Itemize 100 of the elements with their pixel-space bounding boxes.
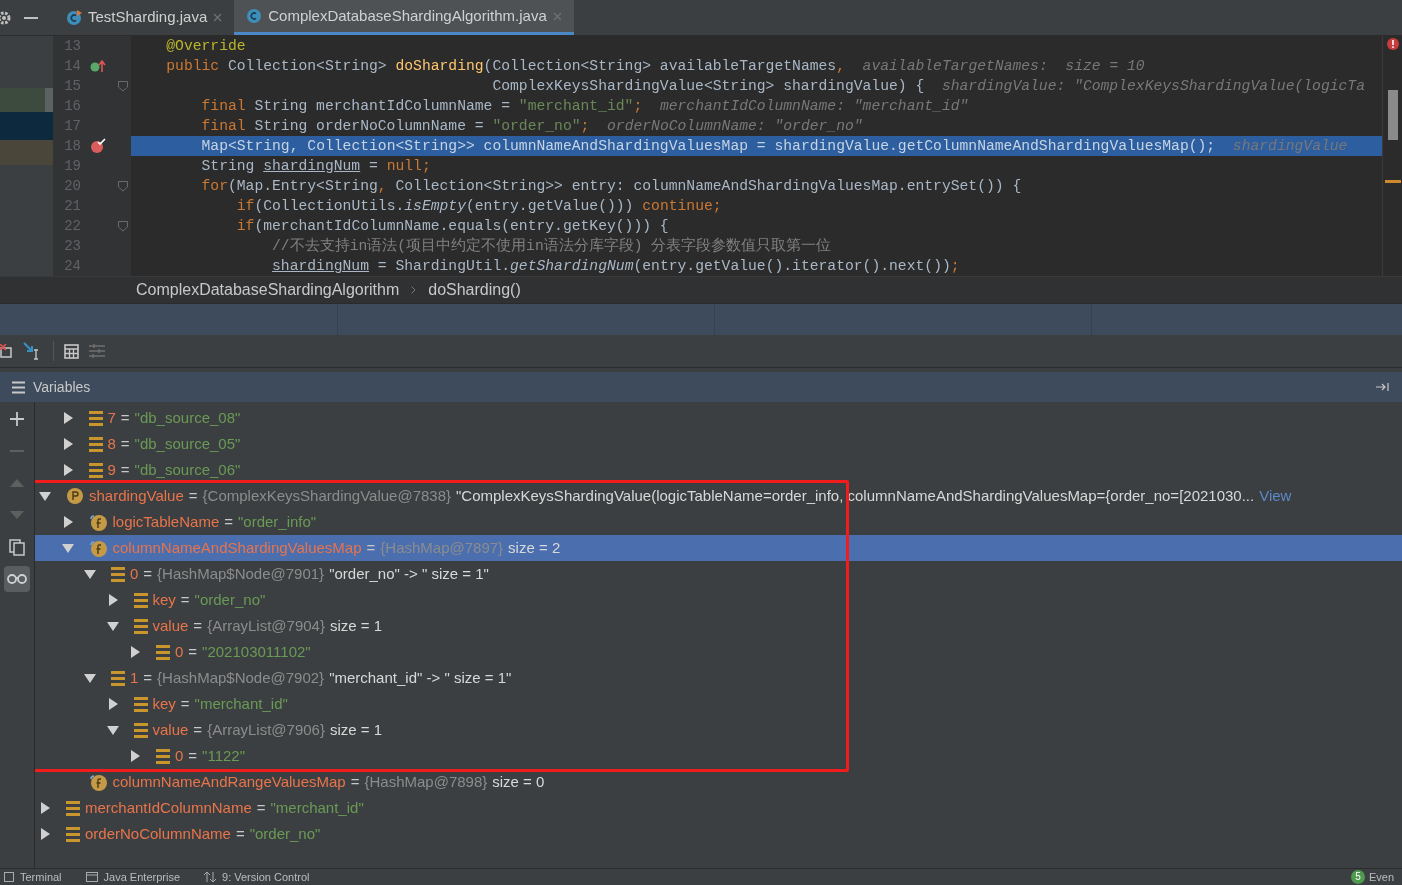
panel-fragment [0, 112, 53, 140]
string-value: "order_no" [194, 589, 266, 610]
variable-row[interactable]: value = {ArrayList@7906} size = 1 [35, 717, 1402, 743]
variable-value: "ComplexKeysShardingValue(logicTableName=order_info, columnNameAndShardingValuesMap={order_no=[2021030... [456, 485, 1255, 506]
collapse-arrow-icon[interactable] [84, 672, 96, 684]
expand-arrow-icon[interactable] [39, 802, 51, 814]
code-line: final String orderNoColumnName = "order_no"; orderNoColumnName: "order_no" [200, 117, 864, 136]
expand-arrow-icon[interactable] [129, 646, 141, 658]
tool-window-button[interactable]: Terminal [4, 870, 62, 884]
copy-icon [9, 538, 25, 556]
variable-name: value [152, 719, 189, 740]
expand-arrow-icon[interactable] [106, 594, 119, 606]
expand-arrow-icon[interactable] [61, 516, 74, 528]
fold-marker-icon[interactable] [118, 180, 128, 192]
variable-name: value [152, 615, 189, 636]
string-value: "merchant_id" [270, 797, 364, 818]
expand-arrow-icon[interactable] [61, 412, 74, 424]
chevron-icon [411, 286, 417, 294]
collapse-arrow-icon[interactable] [61, 542, 74, 554]
list-entry-icon [133, 722, 148, 738]
variable-name: merchantIdColumnName [85, 797, 252, 818]
breakpoint-icon[interactable] [90, 138, 106, 154]
tool-window-button[interactable]: Java Enterprise [85, 870, 180, 884]
variable-type: {HashMap@7897} [380, 537, 504, 558]
variable-name: orderNoColumnName [85, 823, 231, 844]
override-icon[interactable] [90, 59, 106, 73]
collapse-arrow-icon[interactable] [84, 568, 96, 580]
expand-arrow-icon[interactable] [61, 464, 74, 476]
collapse-arrow-icon[interactable] [106, 620, 119, 632]
variable-row[interactable]: 0 = "1122" [35, 743, 1402, 769]
variable-row[interactable]: 9 = "db_source_06" [35, 457, 1402, 483]
variable-value: size = 1 [329, 719, 383, 740]
list-entry-icon [66, 800, 80, 816]
scrollbar-thumb[interactable] [1387, 90, 1398, 140]
editor-tab[interactable]: ComplexDatabaseShardingAlgorithm.java [234, 0, 574, 35]
terminal-icon [4, 872, 14, 882]
variable-row[interactable]: shardingValue = {ComplexKeysShardingValue@7838} "ComplexKeysShardingValue(logicTableName=order_info, columnNameAndShardingValuesMap={order_no=[2021030... View [35, 483, 1402, 509]
field-icon [88, 538, 108, 558]
string-value: "db_source_05" [134, 433, 241, 454]
restore-layout-icon[interactable] [0, 344, 13, 358]
code-line: if(CollectionUtils.isEmpty(entry.getValue())) continue; [235, 197, 723, 216]
equals-sign: = [224, 511, 233, 532]
list-entry-icon [88, 436, 103, 452]
collapse-arrow-icon[interactable] [39, 490, 51, 502]
variable-type: {HashMap@7898} [364, 771, 488, 792]
code-line: @Override [165, 37, 247, 56]
variable-name: columnNameAndShardingValuesMap [112, 537, 362, 558]
string-value: "order_info" [238, 511, 317, 532]
list-entry-icon [156, 748, 170, 764]
minimize-icon[interactable] [24, 16, 38, 19]
fold-marker-icon[interactable] [118, 220, 128, 232]
variable-row[interactable]: logicTableName = "order_info" [35, 509, 1402, 535]
plus-icon [10, 412, 24, 426]
error-icon[interactable] [1386, 38, 1399, 50]
variable-row[interactable]: 7 = "db_source_08" [35, 405, 1402, 431]
variable-row[interactable]: 0 = "202103011102" [35, 639, 1402, 665]
variable-row[interactable]: 0 = {HashMap$Node@7901} "order_no" -> " size = 1" [35, 561, 1402, 587]
variable-value: "order_no" -> " size = 1" [329, 563, 489, 584]
equals-sign: = [188, 745, 198, 766]
equals-sign: = [180, 693, 190, 714]
code-line: public Collection<String> doSharding(Collection<String> availableTargetNames, availableTargetNames: size = 10 [165, 57, 1146, 76]
variable-row[interactable]: key = "merchant_id" [35, 691, 1402, 717]
expand-arrow-icon[interactable] [106, 698, 119, 710]
list-entry-icon [133, 618, 148, 634]
expand-arrow-icon[interactable] [61, 438, 74, 450]
breadcrumb-item[interactable]: ComplexDatabaseShardingAlgorithm [136, 278, 400, 302]
variable-name: 0 [175, 745, 184, 766]
variable-name: 0 [175, 641, 184, 662]
variable-row[interactable]: key = "order_no" [35, 587, 1402, 613]
pin-icon[interactable] [1376, 382, 1390, 392]
variable-type: {ComplexKeysShardingValue@7838} [202, 485, 451, 506]
expand-arrow-icon[interactable] [129, 750, 141, 762]
equals-sign: = [120, 433, 130, 454]
variable-row[interactable]: columnNameAndShardingValuesMap = {HashMap@7897} size = 2 [35, 535, 1402, 561]
variable-row[interactable]: orderNoColumnName = "order_no" [35, 821, 1402, 847]
breadcrumb-item[interactable]: doSharding() [428, 278, 521, 302]
collapse-arrow-icon[interactable] [106, 724, 119, 736]
settings-icon[interactable] [0, 9, 12, 26]
variable-row[interactable]: 1 = {HashMap$Node@7902} "merchant_id" -> " size = 1" [35, 665, 1402, 691]
string-value: "order_no" [249, 823, 321, 844]
variable-row[interactable]: 8 = "db_source_05" [35, 431, 1402, 457]
fold-marker-icon[interactable] [118, 80, 128, 92]
variable-value: size = 1 [329, 615, 383, 636]
equals-sign: = [193, 615, 203, 636]
equals-sign: = [180, 589, 190, 610]
variable-row[interactable]: value = {ArrayList@7904} size = 1 [35, 613, 1402, 639]
list-entry-icon [111, 566, 125, 582]
watches-button[interactable] [4, 566, 30, 592]
calculator-icon[interactable] [64, 343, 79, 359]
equals-sign: = [188, 485, 198, 506]
tool-window-button[interactable]: 9: Version Control [204, 870, 310, 884]
event-log-button[interactable]: 5 Even [1351, 870, 1394, 884]
field-icon [88, 512, 108, 532]
variable-row[interactable]: columnNameAndRangeValuesMap = {HashMap@7898} size = 0 [35, 769, 1402, 795]
menu-icon[interactable] [12, 380, 25, 394]
event-count-badge: 5 [1351, 870, 1365, 884]
warning-marker[interactable] [1384, 180, 1401, 183]
list-entry-icon [111, 670, 125, 686]
variable-row[interactable]: merchantIdColumnName = "merchant_id" [35, 795, 1402, 821]
expand-arrow-icon[interactable] [39, 828, 51, 840]
